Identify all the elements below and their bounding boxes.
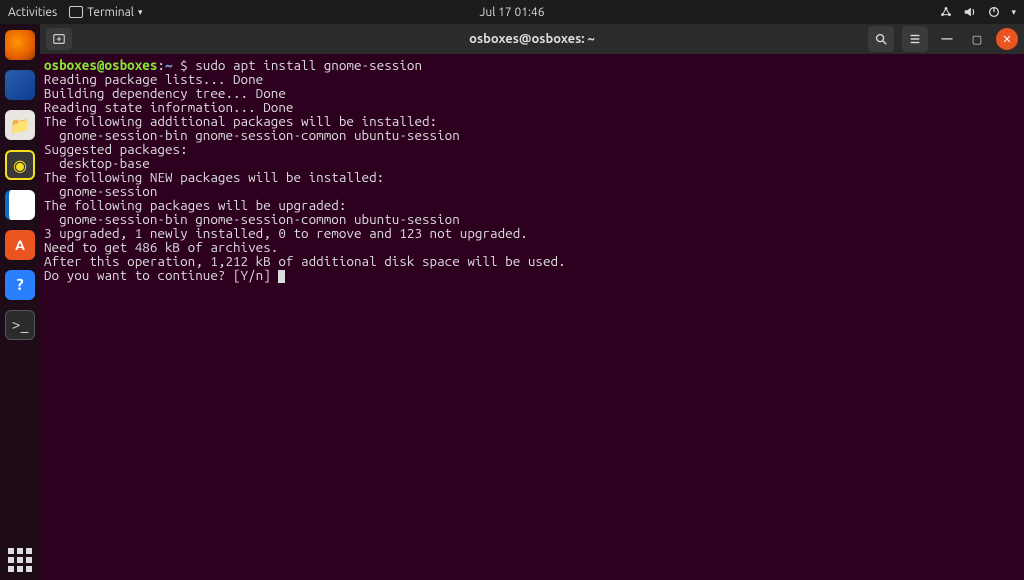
window-maximize-button[interactable]: ▢ (966, 28, 988, 50)
power-icon[interactable] (987, 5, 1001, 19)
window-titlebar: osboxes@osboxes: ~ — ▢ ✕ (40, 24, 1024, 54)
terminal-viewport[interactable]: osboxes@osboxes:~ $ sudo apt install gno… (40, 54, 1024, 580)
system-menu-chevron-icon[interactable]: ▾ (1011, 7, 1016, 18)
window-title: osboxes@osboxes: ~ (469, 32, 595, 46)
chevron-down-icon: ▾ (138, 7, 143, 18)
new-tab-icon (52, 32, 66, 46)
volume-icon[interactable] (963, 5, 977, 19)
search-icon (874, 32, 888, 46)
gnome-topbar: Activities Terminal ▾ Jul 17 01:46 ▾ (0, 0, 1024, 24)
dock-app-terminal[interactable]: >_ (5, 310, 35, 340)
dock-app-writer[interactable] (5, 190, 35, 220)
dock: 📁 ◉ ? >_ (0, 24, 40, 580)
window-minimize-button[interactable]: — (936, 28, 958, 50)
terminal-cursor (278, 270, 285, 283)
dock-app-files[interactable]: 📁 (5, 110, 35, 140)
terminal-icon (69, 6, 83, 18)
dock-app-thunderbird[interactable] (5, 70, 35, 100)
dock-app-firefox[interactable] (5, 30, 35, 60)
hamburger-menu-button[interactable] (902, 26, 928, 52)
dock-app-help[interactable]: ? (5, 270, 35, 300)
dock-app-software[interactable] (5, 230, 35, 260)
activities-button[interactable]: Activities (8, 6, 57, 19)
clock[interactable]: Jul 17 01:46 (480, 6, 545, 19)
app-name-label: Terminal (87, 6, 134, 19)
search-button[interactable] (868, 26, 894, 52)
topbar-app-menu[interactable]: Terminal ▾ (69, 6, 142, 19)
show-applications-button[interactable] (8, 548, 32, 572)
terminal-output: Reading package lists... Done Building d… (44, 71, 566, 283)
network-icon[interactable] (939, 5, 953, 19)
window-close-button[interactable]: ✕ (996, 28, 1018, 50)
dock-app-rhythmbox[interactable]: ◉ (5, 150, 35, 180)
hamburger-icon (908, 32, 922, 46)
new-tab-button[interactable] (46, 28, 72, 50)
